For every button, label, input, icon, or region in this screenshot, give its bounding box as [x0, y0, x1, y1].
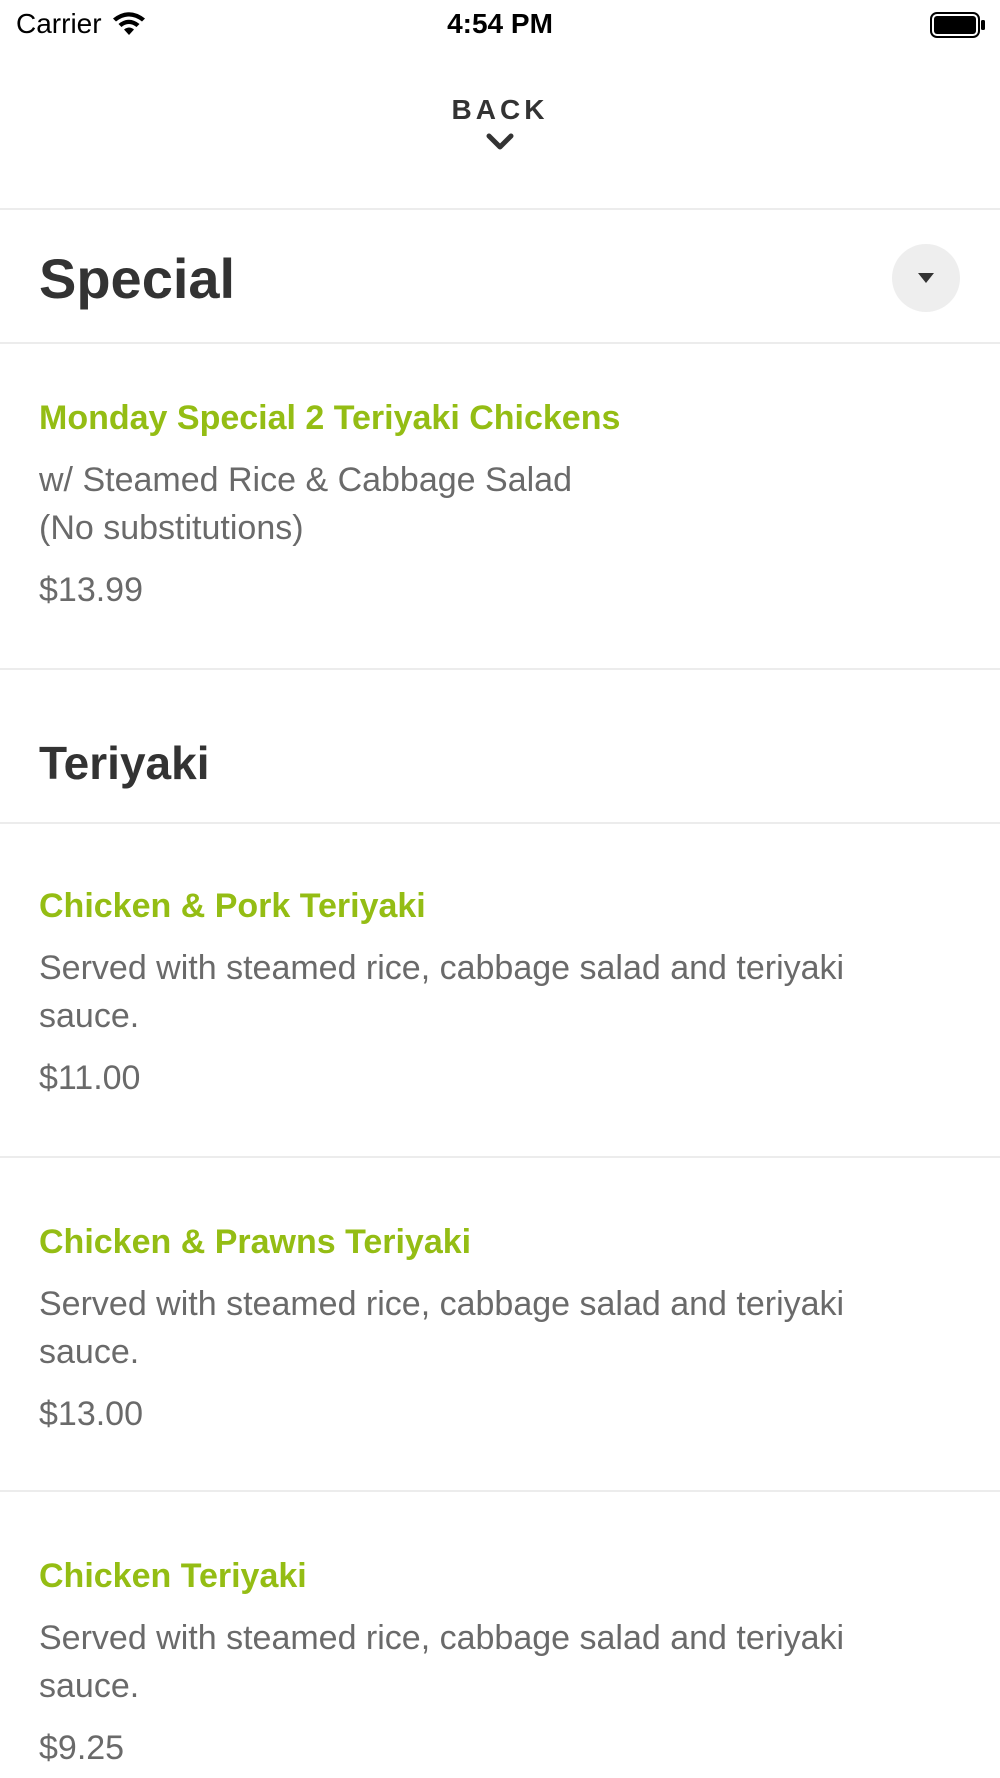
item-name: Chicken Teriyaki	[39, 1557, 307, 1595]
item-price: $11.00	[39, 1059, 141, 1097]
menu-item[interactable]: Chicken & Pork Teriyaki Served with stea…	[0, 824, 1000, 1158]
item-description: Served with steamed rice, cabbage salad …	[39, 1619, 845, 1705]
item-name: Chicken & Pork Teriyaki	[39, 887, 426, 925]
menu-item[interactable]: Chicken & Prawns Teriyaki Served with st…	[0, 1158, 1000, 1492]
menu-item[interactable]: Monday Special 2 Teriyaki Chickens w/ St…	[0, 344, 1000, 670]
item-price: $9.25	[39, 1729, 125, 1767]
status-bar: Carrier 4:54 PM	[0, 0, 1000, 52]
category-dropdown-button[interactable]	[892, 244, 960, 312]
chevron-down-icon	[486, 133, 514, 150]
menu-item[interactable]: Chicken Teriyaki Served with steamed ric…	[0, 1492, 1000, 1778]
back-label: BACK	[451, 94, 549, 125]
item-price: $13.00	[39, 1395, 143, 1433]
caret-down-icon	[918, 273, 934, 283]
item-price: $13.99	[39, 571, 143, 609]
item-description: Served with steamed rice, cabbage salad …	[39, 949, 845, 1035]
section-title: Special	[39, 247, 236, 310]
item-description: Served with steamed rice, cabbage salad …	[39, 1285, 845, 1371]
status-time: 4:54 PM	[447, 8, 553, 39]
section-title: Teriyaki	[39, 737, 210, 789]
section-header-special: Special	[0, 210, 1000, 344]
item-name: Chicken & Prawns Teriyaki	[39, 1223, 472, 1261]
back-button[interactable]: BACK	[0, 52, 1000, 210]
item-name: Monday Special 2 Teriyaki Chickens	[39, 399, 621, 437]
section-header-teriyaki: Teriyaki	[0, 668, 1000, 824]
battery-icon	[930, 12, 985, 38]
item-description: w/ Steamed Rice & Cabbage Salad (No subs…	[39, 461, 572, 547]
